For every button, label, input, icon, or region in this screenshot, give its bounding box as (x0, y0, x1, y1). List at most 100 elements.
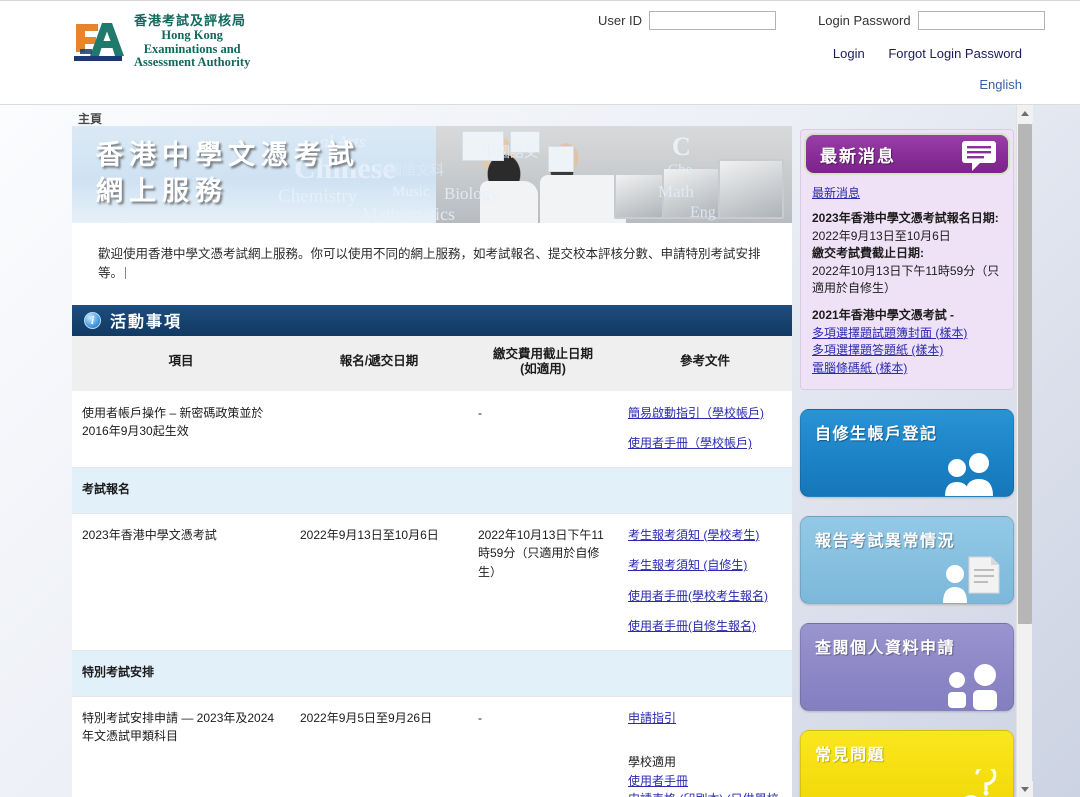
table-row: 特別考試安排申請 — 2023年及2024年文憑試甲類科目 2022年9月5日至… (72, 696, 792, 797)
hero-banner: al Arts Chinese Chemistry Music Biology … (72, 126, 792, 223)
tile-report-exam-abnormality[interactable]: 報告考試異常情況 (800, 515, 1014, 604)
two-people-icon (945, 452, 993, 496)
group-label: 考試報名 (72, 467, 792, 514)
news-panel-header: 最新消息 (804, 133, 1010, 175)
activity-section-header: i 活動事項 (72, 304, 792, 336)
password-input[interactable] (917, 11, 1045, 30)
ref-plain-note: 學校適用 (628, 755, 677, 770)
welcome-text: 歡迎使用香港中學文憑考試網上服務。你可以使用不同的網上服務，如考試報名、提交校本… (98, 247, 761, 280)
welcome-message: 歡迎使用香港中學文憑考試網上服務。你可以使用不同的網上服務，如考試報名、提交校本… (72, 223, 792, 305)
person-document-icon (943, 556, 1000, 603)
tile-label: 自修生帳戶登記 (815, 425, 938, 443)
cell-period: 2022年9月5日至9月26日 (290, 696, 468, 797)
english-language-link[interactable]: English (979, 77, 1022, 92)
hero-title-line2: 網上服務 (96, 175, 228, 207)
scroll-up-arrow-icon[interactable] (1017, 105, 1033, 122)
table-group-row: 特別考試安排 (72, 650, 792, 697)
table-header-row: 項目 報名/遞交日期 繳交費用截止日期 (如適用) 參考文件 (72, 335, 792, 392)
col-header-fee-line2: (如適用) (520, 362, 566, 377)
tile-faq[interactable]: 常見問題 (800, 729, 1014, 797)
ref-link-wrap: 申請指引 (628, 709, 782, 728)
ref-link-wrap: 使用者手冊 (628, 772, 782, 791)
table-row: 使用者帳戶操作 – 新密碼政策並於 2016年9月30起生效 - 簡易啟動指引（… (72, 391, 792, 468)
news-panel: 最新消息 最新消息 2023年香港中學文憑考試報名日期: 2022年9月13日至… (800, 129, 1014, 390)
site-logo[interactable]: 香港考試及評核局 Hong Kong Examinations and Asse… (72, 14, 250, 70)
tile-label: 報告考試異常情況 (815, 532, 956, 550)
ref-link-wrap: 使用者手冊(自修生報名) (628, 617, 782, 636)
group-label: 特別考試安排 (72, 650, 792, 697)
scrollbar-thumb[interactable] (1018, 124, 1032, 624)
ref-link-wrap: 簡易啟動指引（學校帳戶) (628, 404, 782, 423)
cell-fee: - (468, 696, 618, 797)
ref-link[interactable]: 申請表格 (印刷本) (只供學校內部使用) (628, 790, 782, 797)
col-header-period: 報名/遞交日期 (290, 335, 468, 392)
page-body: 主頁 al Arts Chinese Chemistry Music Biolo… (0, 104, 1080, 797)
news-sample-link[interactable]: 多項選擇題試題簿封面 (樣本) (812, 326, 967, 340)
cell-refs: 考生報考須知 (學校考生) 考生報考須知 (自修生) 使用者手冊(學校考生報名)… (618, 513, 792, 651)
ref-link-wrap: 使用者手冊(學校考生報名) (628, 587, 782, 606)
ref-link[interactable]: 使用者手冊（學校帳戶) (628, 434, 752, 453)
cell-item: 2023年香港中學文憑考試 (72, 513, 290, 651)
table-group-row: 考試報名 (72, 467, 792, 514)
two-people-icon (948, 663, 997, 710)
news-sample-link[interactable]: 電腦條碼紙 (樣本) (812, 361, 907, 375)
ref-link[interactable]: 申請指引 (628, 709, 676, 728)
cell-period: 2022年9月13日至10月6日 (290, 513, 468, 651)
breadcrumb[interactable]: 主頁 (78, 110, 102, 127)
ref-link[interactable]: 簡易啟動指引（學校帳戶) (628, 404, 764, 423)
table-row: 2023年香港中學文憑考試 2022年9月13日至10月6日 2022年10月1… (72, 513, 792, 651)
cell-period (290, 391, 468, 468)
user-id-label: User ID (598, 13, 643, 28)
info-icon: i (84, 311, 101, 329)
news-block2-title: 繳交考試費截止日期: (812, 246, 924, 261)
hero-photo-image (436, 126, 792, 223)
cell-fee: - (468, 391, 618, 468)
ref-link-wrap: 考生報考須知 (自修生) (628, 556, 782, 575)
scroll-down-arrow-icon[interactable] (1017, 781, 1033, 797)
news-panel-title: 最新消息 (820, 146, 896, 166)
news-panel-body: 最新消息 2023年香港中學文憑考試報名日期: 2022年9月13日至10月6日… (801, 175, 1013, 377)
right-sidebar: 最新消息 最新消息 2023年香港中學文憑考試報名日期: 2022年9月13日至… (800, 129, 1016, 797)
activity-section-title: 活動事項 (110, 314, 183, 331)
news-link-wrap: 電腦條碼紙 (樣本) (812, 360, 1002, 377)
main-content-column: al Arts Chinese Chemistry Music Biology … (72, 126, 792, 797)
activity-table: 項目 報名/遞交日期 繳交費用截止日期 (如適用) 參考文件 使用者帳戶操作 –… (72, 335, 792, 797)
cell-refs: 申請指引 學校適用 使用者手冊 申請表格 (印刷本) (只供學校內部使用) (618, 696, 792, 797)
logo-text-block: 香港考試及評核局 Hong Kong Examinations and Asse… (134, 14, 250, 70)
col-header-fee-line1: 繳交費用截止日期 (492, 346, 593, 361)
logo-name-en-1: Hong Kong (161, 28, 223, 43)
ref-link[interactable]: 使用者手冊(自修生報名) (628, 617, 756, 636)
password-label: Login Password (818, 13, 911, 28)
ref-link-wrap: 申請表格 (印刷本) (只供學校內部使用) (628, 790, 782, 797)
language-switcher: English (979, 77, 1022, 92)
news-sample-link[interactable]: 多項選擇題答題紙 (樣本) (812, 343, 943, 357)
tile-personal-data-access-request[interactable]: 查閱個人資料申請 (800, 622, 1014, 711)
news-block1-title: 2023年香港中學文憑考試報名日期: (812, 211, 999, 226)
news-link-wrap: 多項選擇題答題紙 (樣本) (812, 342, 1002, 359)
news-main-link[interactable]: 最新消息 (812, 186, 860, 200)
ref-link-wrap: 考生報考須知 (學校考生) (628, 526, 782, 545)
ref-link[interactable]: 考生報考須知 (自修生) (628, 556, 747, 575)
page-scrollbar[interactable] (1016, 105, 1033, 797)
ref-link[interactable]: 考生報考須知 (學校考生) (628, 526, 759, 545)
cell-item-text: 使用者帳戶操作 – 新密碼政策並於 2016年9月30起生效 (82, 405, 264, 439)
logo-name-cn: 香港考試及評核局 (134, 14, 247, 29)
login-actions: Login Forgot Login Password (813, 46, 1022, 61)
cell-refs: 簡易啟動指引（學校帳戶) 使用者手冊（學校帳戶) (618, 391, 792, 468)
news-link-wrap: 多項選擇題試題簿封面 (樣本) (812, 325, 1002, 342)
col-header-fee: 繳交費用截止日期 (如適用) (468, 335, 618, 392)
col-header-item: 項目 (72, 335, 290, 392)
ref-link[interactable]: 使用者手冊 (628, 772, 688, 791)
cell-item: 特別考試安排申請 — 2023年及2024年文憑試甲類科目 (72, 696, 290, 797)
user-id-input[interactable] (649, 11, 777, 30)
hkeaa-logo-icon (74, 23, 124, 62)
speech-bubble-icon (962, 141, 996, 171)
ref-link-wrap: 使用者手冊（學校帳戶) (628, 434, 782, 453)
tile-label: 查閱個人資料申請 (815, 639, 956, 657)
tile-self-study-account-registration[interactable]: 自修生帳戶登記 (800, 408, 1014, 497)
cell-item: 使用者帳戶操作 – 新密碼政策並於 2016年9月30起生效 (72, 391, 290, 468)
login-button[interactable]: Login (833, 46, 865, 61)
forgot-password-link[interactable]: Forgot Login Password (888, 46, 1022, 61)
text-caret (125, 266, 127, 279)
ref-link[interactable]: 使用者手冊(學校考生報名) (628, 587, 768, 606)
